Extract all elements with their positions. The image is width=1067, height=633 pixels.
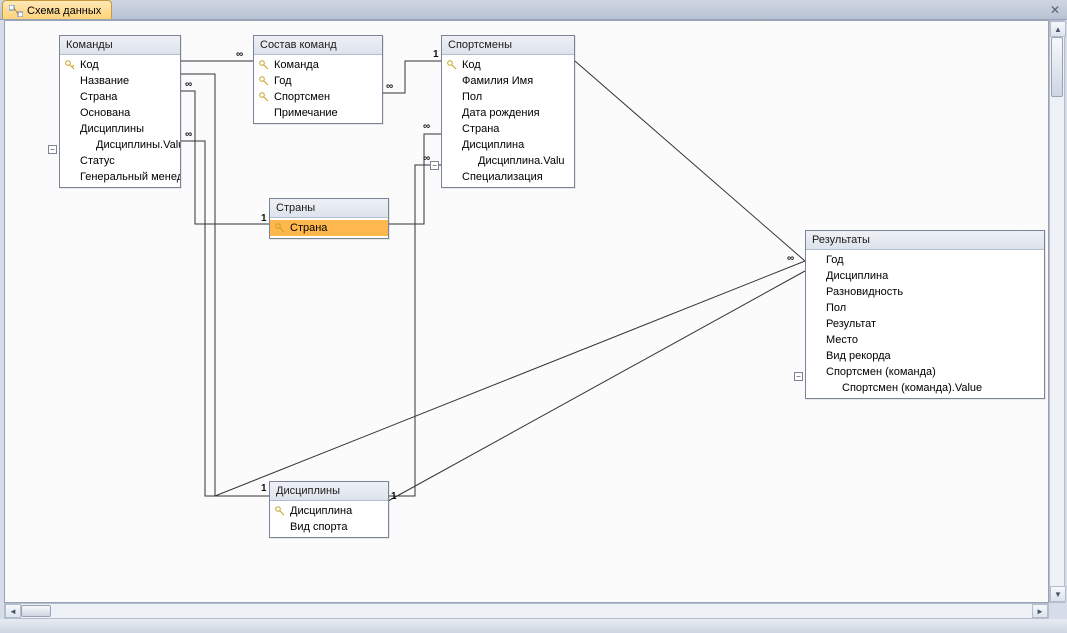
key-icon [274, 505, 286, 517]
key-icon [258, 59, 270, 71]
relationships-icon [9, 5, 23, 17]
table-teams[interactable]: Команды Код Название Страна Основана Дис… [59, 35, 181, 188]
scroll-down-icon[interactable]: ▼ [1050, 586, 1066, 602]
relationships-window: Схема данных ✕ [0, 0, 1067, 633]
rel-many: ∞ [787, 253, 794, 264]
table-title: Страны [270, 199, 388, 218]
horizontal-scrollbar[interactable]: ◄ ► [4, 603, 1049, 619]
table-results[interactable]: Результаты Год Дисциплина Разновидность … [805, 230, 1045, 399]
rel-many: ∞ [423, 121, 430, 132]
rel-one: 1 [261, 213, 267, 224]
key-icon [64, 59, 76, 71]
close-icon[interactable]: ✕ [1047, 2, 1063, 18]
table-disciplines[interactable]: Дисциплины Дисциплина Вид спорта [269, 481, 389, 538]
vertical-scrollbar[interactable]: ▲ ▼ [1049, 20, 1065, 603]
field-list: Команда Год Спортсмен Примечание [254, 55, 382, 123]
rel-many: ∞ [185, 79, 192, 90]
table-title: Результаты [806, 231, 1044, 250]
rel-one: 1 [261, 483, 267, 494]
status-strip [0, 619, 1067, 633]
key-icon [258, 75, 270, 87]
rel-one: 1 [433, 49, 439, 60]
scroll-thumb[interactable] [1051, 37, 1063, 97]
field-list: Код Название Страна Основана Дисциплины … [60, 55, 180, 187]
diagram-canvas[interactable]: 1 ∞ 1 ∞ 1 ∞ 1 ∞ 1 ∞ 1 ∞ 1 ∞ Команды Код … [4, 20, 1049, 603]
table-title: Спортсмены [442, 36, 574, 55]
expander-minus[interactable]: − [794, 372, 803, 381]
field-list: Год Дисциплина Разновидность Пол Результ… [806, 250, 1044, 398]
table-countries[interactable]: Страны Страна [269, 198, 389, 239]
rel-many: ∞ [386, 81, 393, 92]
table-roster[interactable]: Состав команд Команда Год Спортсмен Прим… [253, 35, 383, 124]
rel-many: ∞ [185, 129, 192, 140]
rel-one: 1 [391, 491, 397, 502]
expander-minus[interactable]: − [430, 161, 439, 170]
table-title: Состав команд [254, 36, 382, 55]
tab-bar: Схема данных ✕ [0, 0, 1067, 20]
field-list: Дисциплина Вид спорта [270, 501, 388, 537]
expander-minus[interactable]: − [48, 145, 57, 154]
rel-many: ∞ [236, 49, 243, 60]
field-list: Код Фамилия Имя Пол Дата рождения Страна… [442, 55, 574, 187]
field-list: Страна [270, 218, 388, 238]
scroll-left-icon[interactable]: ◄ [5, 604, 21, 618]
key-icon [258, 91, 270, 103]
scroll-up-icon[interactable]: ▲ [1050, 21, 1066, 37]
tab-schema[interactable]: Схема данных [2, 0, 112, 19]
tab-title: Схема данных [27, 5, 101, 17]
scroll-thumb[interactable] [21, 605, 51, 617]
table-title: Дисциплины [270, 482, 388, 501]
scroll-right-icon[interactable]: ► [1032, 604, 1048, 618]
key-icon [274, 222, 286, 234]
key-icon [446, 59, 458, 71]
table-title: Команды [60, 36, 180, 55]
table-athletes[interactable]: Спортсмены Код Фамилия Имя Пол Дата рожд… [441, 35, 575, 188]
